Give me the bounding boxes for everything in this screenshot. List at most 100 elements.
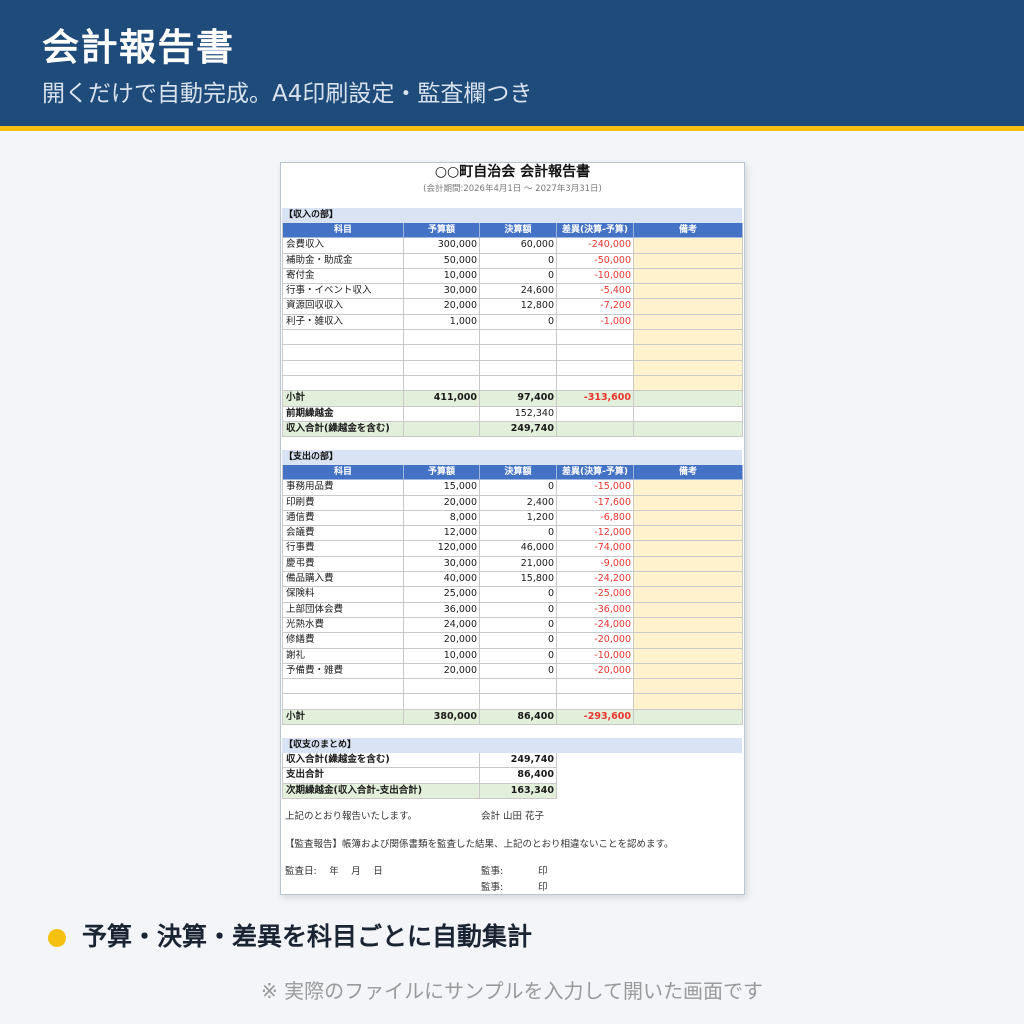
diff-cell: -9,000 <box>557 556 634 573</box>
summary-value: 86,400 <box>480 768 557 784</box>
column-header-diff: 差異(決算-予算) <box>557 223 634 239</box>
empty-row <box>283 679 743 695</box>
item-cell <box>283 360 404 376</box>
note-cell <box>634 617 743 634</box>
actual-cell: 46,000 <box>480 541 557 557</box>
note-cell <box>634 694 743 710</box>
table-row: 通信費 8,000 1,200 -6,800 <box>283 510 743 527</box>
actual-cell: 0 <box>480 480 557 496</box>
empty-row <box>283 375 743 392</box>
budget-cell: 25,000 <box>404 587 480 603</box>
diff-cell: -50,000 <box>557 253 634 269</box>
expense-section: 【支出の部】 科目 予算額 決算額 差異(決算-予算) 備考 事務用品費 15,000 0 -1… <box>282 450 743 726</box>
subtotal-actual: 97,400 <box>480 391 557 407</box>
actual-cell: 0 <box>480 633 557 649</box>
summary-value: 249,740 <box>480 753 557 769</box>
note-cell <box>634 663 743 680</box>
diff-cell: -15,000 <box>557 480 634 496</box>
subtotal-budget: 380,000 <box>404 709 480 726</box>
actual-cell: 0 <box>480 253 557 269</box>
column-header-budget: 予算額 <box>404 465 480 481</box>
note-cell <box>634 541 743 557</box>
empty-row <box>283 345 743 361</box>
item-cell: 補助金・助成金 <box>283 253 404 269</box>
accent-stripe <box>0 126 1024 131</box>
table-row: 事務用品費 15,000 0 -15,000 <box>283 480 743 496</box>
diff-cell <box>557 406 634 422</box>
item-cell: 行事費 <box>283 541 404 557</box>
diff-cell: -20,000 <box>557 663 634 680</box>
actual-cell: 0 <box>480 526 557 542</box>
table-row: 印刷費 20,000 2,400 -17,600 <box>283 495 743 511</box>
diff-cell <box>557 330 634 346</box>
report-statement: 上記のとおり報告いたします。 <box>285 811 418 822</box>
seal-mark: 印 <box>538 866 548 877</box>
note-cell <box>634 391 743 407</box>
budget-cell: 20,000 <box>404 299 480 315</box>
table-row: 資源回収収入 20,000 12,800 -7,200 <box>283 299 743 315</box>
actual-cell: 21,000 <box>480 556 557 573</box>
diff-cell: -7,200 <box>557 299 634 315</box>
budget-cell: 30,000 <box>404 284 480 300</box>
carryover-label: 前期繰越金 <box>283 406 404 422</box>
note-cell <box>634 679 743 695</box>
budget-cell: 10,000 <box>404 648 480 664</box>
audit-date: 監査日: 年 月 日 <box>285 866 383 877</box>
budget-cell <box>404 330 480 346</box>
item-cell: 慶弔費 <box>283 556 404 573</box>
column-header-note: 備考 <box>634 465 743 481</box>
column-header-actual: 決算額 <box>480 223 557 239</box>
note-cell <box>634 253 743 269</box>
actual-cell: 1,200 <box>480 510 557 527</box>
budget-cell: 8,000 <box>404 510 480 527</box>
hero-banner: 会計報告書 開くだけで自動完成。A4印刷設定・監査欄つき <box>0 0 1024 126</box>
bullet-dot-icon <box>48 929 66 947</box>
actual-cell <box>480 330 557 346</box>
note-cell <box>634 556 743 573</box>
actual-cell: 60,000 <box>480 238 557 254</box>
carryover-row: 前期繰越金 152,340 <box>283 406 743 422</box>
budget-cell: 15,000 <box>404 480 480 496</box>
note-cell <box>634 510 743 527</box>
income-section: 【収入の部】 科目 予算額 決算額 差異(決算-予算) 備考 会費収入 300,000 60,… <box>282 208 743 438</box>
table-row: 行事費 120,000 46,000 -74,000 <box>283 541 743 557</box>
actual-cell <box>480 345 557 361</box>
note-cell <box>634 633 743 649</box>
diff-cell <box>557 679 634 695</box>
table-row: 予備費・雑費 20,000 0 -20,000 <box>283 663 743 680</box>
note-cell <box>634 421 743 438</box>
item-cell: 通信費 <box>283 510 404 527</box>
budget-cell <box>404 360 480 376</box>
income-section-label: 【収入の部】 <box>282 208 742 223</box>
table-row: 備品購入費 40,000 15,800 -24,200 <box>283 572 743 588</box>
diff-cell: -5,400 <box>557 284 634 300</box>
subtotal-actual: 86,400 <box>480 709 557 726</box>
budget-cell: 24,000 <box>404 617 480 634</box>
note-cell <box>634 375 743 392</box>
note-cell <box>634 648 743 664</box>
summary-table: 収入合計(繰越金を含む) 249,740 支出合計 86,400 次期繰越金(収入合計-… <box>282 753 557 799</box>
subtotal-diff: -293,600 <box>557 709 634 726</box>
diff-cell: -1,000 <box>557 314 634 331</box>
actual-cell: 15,800 <box>480 572 557 588</box>
budget-cell: 1,000 <box>404 314 480 331</box>
table-row: 補助金・助成金 50,000 0 -50,000 <box>283 253 743 269</box>
budget-cell: 30,000 <box>404 556 480 573</box>
empty-row <box>283 694 743 710</box>
budget-cell: 40,000 <box>404 572 480 588</box>
diff-cell <box>557 345 634 361</box>
item-cell <box>283 345 404 361</box>
summary-section: 【収支のまとめ】 収入合計(繰越金を含む) 249,740 支出合計 86,400 次期… <box>282 738 742 799</box>
actual-cell: 0 <box>480 268 557 285</box>
carryover-amount: 152,340 <box>480 406 557 422</box>
budget-cell: 50,000 <box>404 253 480 269</box>
table-row: 上部団体会費 36,000 0 -36,000 <box>283 602 743 618</box>
summary-value: 163,340 <box>480 783 557 799</box>
subtotal-label: 小計 <box>283 709 404 726</box>
budget-cell: 20,000 <box>404 633 480 649</box>
seal-mark: 印 <box>538 882 548 893</box>
column-header-note: 備考 <box>634 223 743 239</box>
note-cell <box>634 406 743 422</box>
diff-cell: -74,000 <box>557 541 634 557</box>
subtotal-diff: -313,600 <box>557 391 634 407</box>
